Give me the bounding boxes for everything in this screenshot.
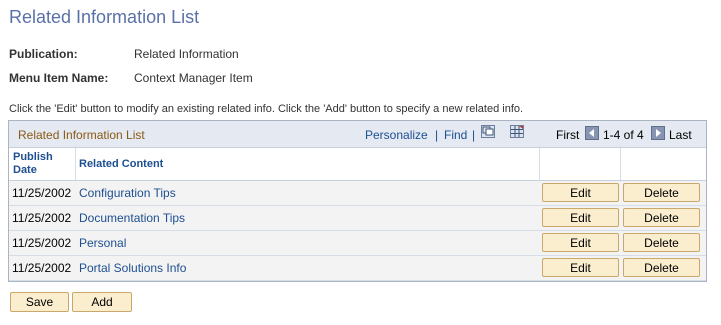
- publication-label: Publication:: [9, 47, 78, 61]
- download-to-spreadsheet-icon[interactable]: [510, 125, 524, 138]
- edit-button[interactable]: Edit: [542, 208, 619, 227]
- column-header-row: Publish Date Related Content: [9, 148, 706, 182]
- table-row: 11/25/2002 Configuration Tips Edit Delet…: [9, 181, 706, 206]
- last-label[interactable]: Last: [669, 128, 692, 142]
- grid-header: Related Information List Personalize | F…: [9, 121, 706, 148]
- related-content-link[interactable]: Portal Solutions Info: [79, 261, 186, 275]
- column-header-publish-date: Publish Date: [13, 151, 53, 176]
- tool-separator: |: [472, 128, 476, 142]
- delete-button[interactable]: Delete: [623, 233, 700, 252]
- first-label[interactable]: First: [556, 128, 579, 142]
- publication-value: Related Information: [134, 47, 239, 61]
- column-header-related-content: Related Content: [79, 158, 164, 170]
- related-information-grid: Related Information List Personalize | F…: [8, 120, 707, 282]
- instructions-text: Click the 'Edit' button to modify an exi…: [9, 103, 524, 115]
- grid-title: Related Information List: [18, 128, 145, 142]
- menu-item-name-value: Context Manager Item: [134, 71, 253, 85]
- table-row: 11/25/2002 Documentation Tips Edit Delet…: [9, 206, 706, 231]
- publish-date-cell: 11/25/2002: [12, 211, 72, 225]
- table-row: 11/25/2002 Personal Edit Delete: [9, 231, 706, 256]
- view-all-icon[interactable]: [481, 125, 495, 138]
- publish-date-cell: 11/25/2002: [12, 236, 72, 250]
- add-button[interactable]: Add: [72, 292, 132, 312]
- related-content-link[interactable]: Documentation Tips: [79, 211, 185, 225]
- edit-button[interactable]: Edit: [542, 258, 619, 277]
- related-content-link[interactable]: Personal: [79, 236, 126, 250]
- personalize-link[interactable]: Personalize: [365, 128, 428, 142]
- save-button[interactable]: Save: [10, 292, 69, 312]
- publish-date-cell: 11/25/2002: [12, 261, 72, 275]
- column-divider: [75, 148, 76, 180]
- next-arrow-icon[interactable]: [651, 126, 665, 140]
- column-divider: [620, 148, 621, 180]
- column-divider: [539, 148, 540, 180]
- page-title: Related Information List: [9, 7, 200, 27]
- menu-item-name-label: Menu Item Name:: [9, 71, 109, 85]
- related-content-link[interactable]: Configuration Tips: [79, 186, 176, 200]
- delete-button[interactable]: Delete: [623, 183, 700, 202]
- previous-arrow-icon[interactable]: [585, 126, 599, 140]
- delete-button[interactable]: Delete: [623, 208, 700, 227]
- edit-button[interactable]: Edit: [542, 233, 619, 252]
- publish-date-cell: 11/25/2002: [12, 186, 72, 200]
- tool-separator: |: [435, 128, 439, 142]
- delete-button[interactable]: Delete: [623, 258, 700, 277]
- edit-button[interactable]: Edit: [542, 183, 619, 202]
- find-link[interactable]: Find: [444, 128, 467, 142]
- table-row: 11/25/2002 Portal Solutions Info Edit De…: [9, 256, 706, 281]
- row-range: 1-4 of 4: [603, 128, 644, 142]
